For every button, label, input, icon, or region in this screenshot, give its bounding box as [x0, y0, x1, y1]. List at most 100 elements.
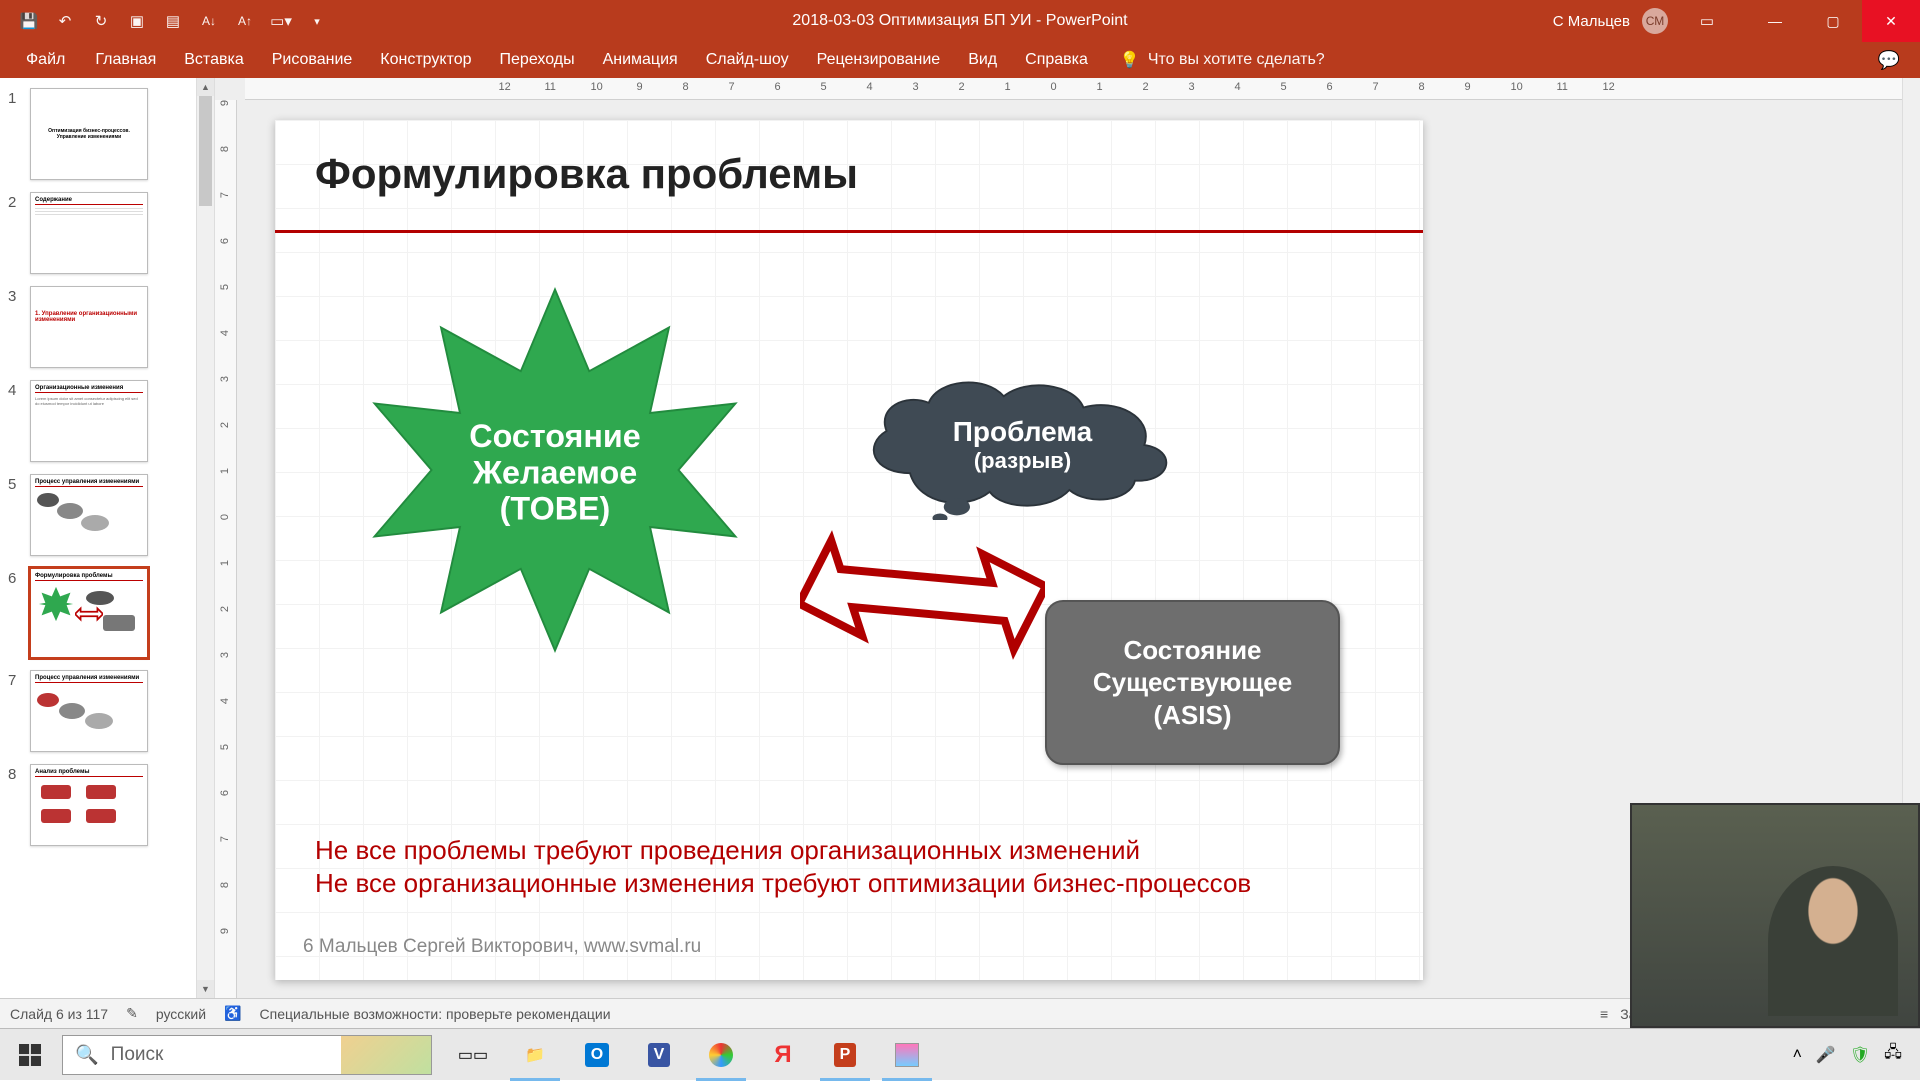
user-name[interactable]: С Мальцев — [1553, 13, 1630, 30]
thumb-num: 2 — [8, 192, 30, 211]
tray-shield-icon[interactable]: 🛡 — [1850, 1045, 1870, 1065]
thumb-num: 6 — [8, 568, 30, 587]
lightbulb-icon: 💡 — [1120, 50, 1140, 70]
note-text-2[interactable]: Не все организационные изменения требуют… — [315, 868, 1251, 899]
title-divider — [275, 230, 1423, 233]
tab-insert[interactable]: Вставка — [170, 43, 257, 77]
quick-access-toolbar: 💾 ↶ ↻ ▣ ▤ A↓ A↑ ▭▾ ▾ — [0, 12, 326, 30]
notes-icon: ≡ — [1600, 1006, 1608, 1022]
close-button[interactable]: ✕ — [1862, 0, 1920, 42]
qat-more-icon[interactable]: ▾ — [308, 12, 326, 30]
tray-mic-icon[interactable]: 🎤 — [1816, 1045, 1836, 1065]
thumbnails-scroll[interactable]: 1 Оптимизация бизнес-процессов.Управлени… — [0, 78, 196, 998]
font-decrease-icon[interactable]: A↓ — [200, 12, 218, 30]
tab-transitions[interactable]: Переходы — [486, 43, 589, 77]
webcam-overlay — [1630, 803, 1920, 1028]
spellcheck-icon[interactable]: ✎ — [126, 1005, 138, 1022]
slide-footer[interactable]: 6 Мальцев Сергей Викторович, www.svmal.r… — [303, 936, 701, 958]
tell-me-label: Что вы хотите сделать? — [1148, 51, 1325, 69]
search-placeholder: Поиск — [111, 1044, 164, 1066]
tell-me-search[interactable]: 💡 Что вы хотите сделать? — [1120, 50, 1325, 70]
status-slide-count[interactable]: Слайд 6 из 117 — [10, 1006, 108, 1022]
scroll-up-icon[interactable]: ▲ — [197, 78, 214, 96]
scrollbar-thumb[interactable] — [199, 96, 212, 206]
tab-animations[interactable]: Анимация — [589, 43, 692, 77]
slide-thumb-3[interactable]: 1. Управление организационными изменения… — [30, 286, 148, 368]
scroll-down-icon[interactable]: ▼ — [197, 980, 214, 998]
cloud-line2: (разрыв) — [974, 448, 1071, 474]
file-explorer-icon[interactable]: 📁 — [504, 1029, 566, 1081]
asis-line1: Состояние — [1123, 634, 1261, 667]
visio-icon[interactable]: V — [628, 1029, 690, 1081]
slide-thumb-2[interactable]: Содержание — [30, 192, 148, 274]
star-line1: Состояние — [469, 418, 640, 454]
box-shape-asis[interactable]: Состояние Существующее (ASIS) — [1045, 600, 1340, 765]
slide-thumb-4[interactable]: Организационные измененияLorem ipsum dol… — [30, 380, 148, 462]
ribbon-display-icon[interactable]: ▭ — [1698, 12, 1716, 30]
avatar[interactable]: СМ — [1642, 8, 1668, 34]
double-arrow-shape[interactable] — [800, 505, 1045, 665]
tab-design[interactable]: Конструктор — [366, 43, 485, 77]
star-line2: Желаемое — [472, 454, 637, 490]
system-tray: ˄ 🎤 🛡 🖧 — [1793, 1041, 1920, 1068]
slide-thumb-5[interactable]: Процесс управления изменениями — [30, 474, 148, 556]
star-line3: (TOBE) — [500, 490, 611, 526]
tab-slideshow[interactable]: Слайд-шоу — [692, 43, 803, 77]
undo-icon[interactable]: ↶ — [56, 12, 74, 30]
save-icon[interactable]: 💾 — [20, 12, 38, 30]
thumb-num: 3 — [8, 286, 30, 305]
slide-thumbnails-panel: 1 Оптимизация бизнес-процессов.Управлени… — [0, 78, 215, 998]
taskbar: 🔍 Поиск ▭▭ 📁 O V Я P ˄ 🎤 🛡 🖧 — [0, 1028, 1920, 1080]
start-button[interactable] — [0, 1029, 60, 1081]
maximize-button[interactable]: ▢ — [1804, 0, 1862, 42]
slideshow-start-icon[interactable]: ▣ — [128, 12, 146, 30]
tab-help[interactable]: Справка — [1011, 43, 1102, 77]
yandex-icon[interactable]: Я — [752, 1029, 814, 1081]
note-text-1[interactable]: Не все проблемы требуют проведения орган… — [315, 835, 1140, 866]
status-accessibility[interactable]: Специальные возможности: проверьте реком… — [260, 1006, 611, 1022]
minimize-button[interactable]: ― — [1746, 0, 1804, 42]
tab-view[interactable]: Вид — [954, 43, 1011, 77]
thumb-num: 4 — [8, 380, 30, 399]
taskbar-search[interactable]: 🔍 Поиск — [62, 1035, 432, 1075]
tab-home[interactable]: Главная — [81, 43, 170, 77]
slideshow-current-icon[interactable]: ▤ — [164, 12, 182, 30]
tab-file[interactable]: Файл — [10, 43, 81, 77]
search-decoration — [341, 1036, 431, 1074]
slide-thumb-7[interactable]: Процесс управления изменениями — [30, 670, 148, 752]
tray-chevron-icon[interactable]: ˄ — [1793, 1046, 1802, 1064]
layout-icon[interactable]: ▭▾ — [272, 12, 290, 30]
share-icon[interactable]: 💬 — [1858, 50, 1920, 71]
tab-review[interactable]: Рецензирование — [803, 43, 955, 77]
task-view-icon[interactable]: ▭▭ — [442, 1029, 504, 1081]
app-icon-1[interactable] — [690, 1029, 752, 1081]
star-shape-tobe[interactable]: Состояние Желаемое (TOBE) — [365, 280, 745, 660]
thumb-num: 5 — [8, 474, 30, 493]
outlook-icon[interactable]: O — [566, 1029, 628, 1081]
tray-network-icon[interactable]: 🖧 — [1884, 1041, 1902, 1068]
accessibility-icon[interactable]: ♿ — [224, 1005, 241, 1022]
slide-thumb-6[interactable]: Формулировка проблемы — [30, 568, 148, 658]
font-increase-icon[interactable]: A↑ — [236, 12, 254, 30]
ruler-vertical[interactable]: 9876543210123456789 — [215, 100, 237, 998]
redo-icon[interactable]: ↻ — [92, 12, 110, 30]
search-icon: 🔍 — [75, 1043, 99, 1067]
powerpoint-icon[interactable]: P — [814, 1029, 876, 1081]
slide-canvas[interactable]: Формулировка проблемы Состояние Желаемое… — [275, 120, 1423, 980]
title-bar: 💾 ↶ ↻ ▣ ▤ A↓ A↑ ▭▾ ▾ 2018-03-03 Оптимиза… — [0, 0, 1920, 42]
document-title: 2018-03-03 Оптимизация БП УИ - PowerPoin… — [792, 12, 1127, 30]
status-language[interactable]: русский — [156, 1006, 206, 1022]
ribbon-tabs: Файл Главная Вставка Рисование Конструкт… — [0, 42, 1920, 78]
slide-thumb-8[interactable]: Анализ проблемы — [30, 764, 148, 846]
asis-line3: (ASIS) — [1154, 699, 1232, 732]
thumbnails-scrollbar[interactable]: ▲ ▼ — [196, 78, 214, 998]
tab-draw[interactable]: Рисование — [258, 43, 367, 77]
slide-thumb-1[interactable]: Оптимизация бизнес-процессов.Управление … — [30, 88, 148, 180]
ruler-horizontal[interactable]: 1211109876543210123456789101112 — [245, 78, 1902, 100]
app-icon-2[interactable] — [876, 1029, 938, 1081]
asis-line2: Существующее — [1093, 666, 1292, 699]
cloud-line1: Проблема — [953, 416, 1092, 448]
slide-title[interactable]: Формулировка проблемы — [315, 150, 858, 198]
thumb-num: 8 — [8, 764, 30, 783]
cloud-shape-problem[interactable]: Проблема (разрыв) — [845, 370, 1200, 520]
